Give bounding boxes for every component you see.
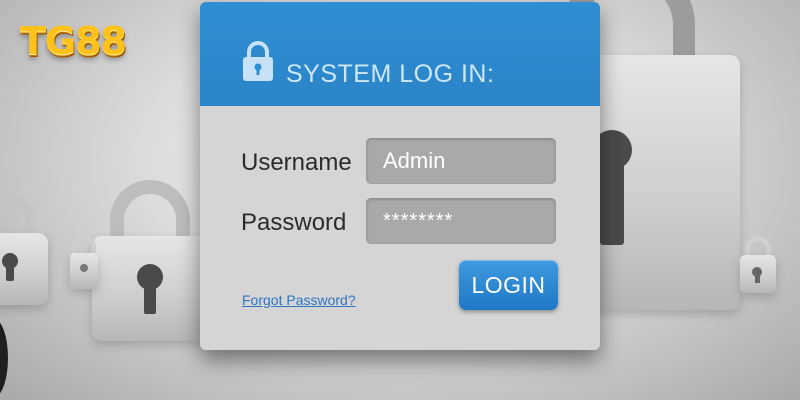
background-lock-edge-circle <box>0 318 8 398</box>
login-button[interactable]: LOGIN <box>459 260 558 310</box>
password-label: Password <box>241 209 347 236</box>
background-padlock-small-right <box>740 236 776 298</box>
padlock-icon <box>243 41 273 81</box>
tg88-logo: TG88 <box>20 19 127 63</box>
login-header: SYSTEM LOG IN: <box>200 2 600 106</box>
login-title: SYSTEM LOG IN: <box>286 60 495 88</box>
login-panel: SYSTEM LOG IN: Username Admin Password *… <box>200 2 600 350</box>
background-padlock-small-left <box>70 235 98 295</box>
password-input[interactable]: ******** <box>366 198 556 244</box>
forgot-password-link[interactable]: Forgot Password? <box>242 292 356 308</box>
background-padlock-far-left <box>0 195 50 310</box>
username-input[interactable]: Admin <box>366 138 556 184</box>
background-padlock-left-medium <box>92 180 207 345</box>
username-label: Username <box>241 149 352 176</box>
